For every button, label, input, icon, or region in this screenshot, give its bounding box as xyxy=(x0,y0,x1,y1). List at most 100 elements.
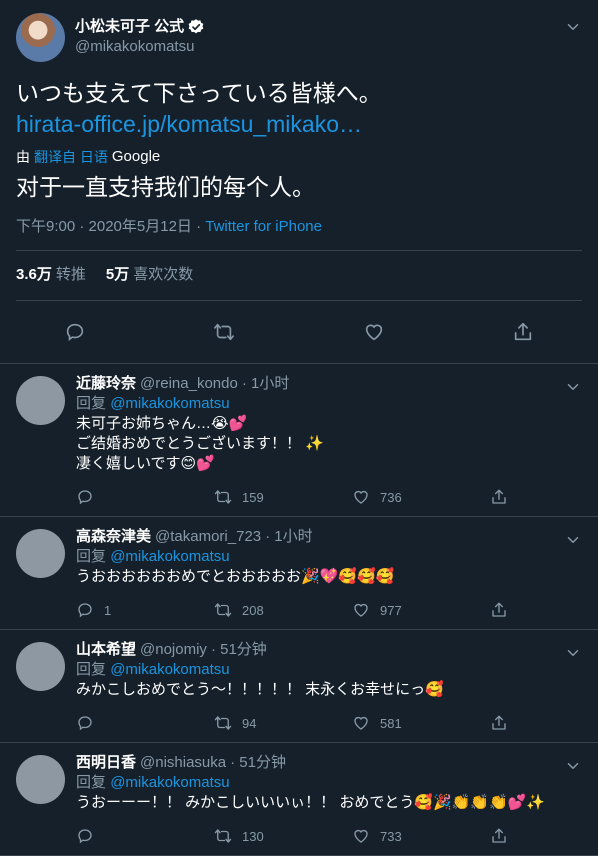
reply-actions: 94 581 xyxy=(76,704,582,742)
reply-button[interactable] xyxy=(76,827,214,845)
tweet-link[interactable]: hirata-office.jp/komatsu_mikako… xyxy=(16,109,582,140)
replying-to: 回复 @mikakokomatsu xyxy=(76,773,582,793)
reply-author-name[interactable]: 近藤玲奈 xyxy=(76,374,136,394)
retweet-button[interactable]: 94 xyxy=(214,714,352,732)
retweet-icon xyxy=(214,827,232,845)
like-count: 977 xyxy=(380,602,402,618)
reply-author-name[interactable]: 高森奈津美 xyxy=(76,527,151,547)
tweet-source-link[interactable]: Twitter for iPhone xyxy=(205,218,322,235)
retweet-button[interactable]: 130 xyxy=(214,827,352,845)
reply-count: 1 xyxy=(104,602,112,618)
author-avatar[interactable] xyxy=(16,12,65,62)
replying-to-link[interactable]: @mikakokomatsu xyxy=(110,395,229,412)
chevron-down-icon[interactable] xyxy=(564,531,582,549)
likes-stat[interactable]: 5万 喜欢次数 xyxy=(106,265,193,285)
tweet-text: いつも支えて下さっている皆様へ。 xyxy=(16,80,382,106)
share-icon[interactable] xyxy=(512,321,534,343)
retweet-count: 130 xyxy=(242,828,264,844)
retweet-count: 208 xyxy=(242,602,264,618)
reply-list: 近藤玲奈 @reina_kondo · 1小时 回复 @mikakokomats… xyxy=(0,364,598,856)
author-name[interactable]: 小松未可子 公式 xyxy=(75,17,184,37)
share-button[interactable] xyxy=(490,714,518,732)
share-button[interactable] xyxy=(490,827,518,845)
verified-badge-icon xyxy=(188,19,204,34)
reply-button[interactable]: 1 xyxy=(76,601,214,619)
replying-to-link[interactable]: @mikakokomatsu xyxy=(110,774,229,791)
main-tweet: 小松未可子 公式 @mikakokomatsu いつも支えて下さっている皆様へ。… xyxy=(0,0,598,250)
reply-time[interactable]: · 51分钟 xyxy=(230,753,286,773)
reply-button[interactable] xyxy=(76,714,214,732)
reply-item[interactable]: 高森奈津美 @takamori_723 · 1小时 回复 @mikakokoma… xyxy=(0,517,598,630)
reply-author-handle[interactable]: @nishiasuka xyxy=(140,753,226,773)
reply-avatar[interactable] xyxy=(16,529,65,578)
tweet-meta: 下午9:00 · 2020年5月12日 · Twitter for iPhone xyxy=(16,217,582,250)
heart-icon xyxy=(352,827,370,845)
reply-time[interactable]: · 1小时 xyxy=(242,374,290,394)
replying-to-link[interactable]: @mikakokomatsu xyxy=(110,661,229,678)
reply-actions: 1 208 977 xyxy=(76,591,582,629)
like-count: 581 xyxy=(380,715,402,731)
replying-prefix: 回复 xyxy=(76,661,107,678)
like-button[interactable]: 733 xyxy=(352,827,490,845)
reply-icon[interactable] xyxy=(64,321,86,343)
reply-avatar[interactable] xyxy=(16,642,65,691)
timestamp[interactable]: 下午9:00 · 2020年5月12日 · xyxy=(16,218,205,235)
author-row: 小松未可子 公式 @mikakokomatsu xyxy=(16,0,582,74)
reply-time[interactable]: · 1小时 xyxy=(265,527,313,547)
reply-author-handle[interactable]: @reina_kondo xyxy=(140,374,238,394)
retweet-count: 159 xyxy=(242,489,264,505)
replying-to: 回复 @mikakokomatsu xyxy=(76,547,582,567)
reply-author-name[interactable]: 山本希望 xyxy=(76,640,136,660)
like-button[interactable]: 581 xyxy=(352,714,490,732)
reply-author-name[interactable]: 西明日香 xyxy=(76,753,136,773)
translated-text: 对于一直支持我们的每个人。 xyxy=(16,174,315,200)
reply-item[interactable]: 山本希望 @nojomiy · 51分钟 回复 @mikakokomatsu み… xyxy=(0,630,598,743)
like-button[interactable]: 977 xyxy=(352,601,490,619)
share-button[interactable] xyxy=(490,601,518,619)
retweets-stat[interactable]: 3.6万 转推 xyxy=(16,265,86,285)
like-button[interactable]: 736 xyxy=(352,488,490,506)
reply-item[interactable]: 近藤玲奈 @reina_kondo · 1小时 回复 @mikakokomats… xyxy=(0,364,598,517)
retweet-icon[interactable] xyxy=(213,321,235,343)
translate-prefix: 由 xyxy=(16,149,30,165)
reply-button[interactable] xyxy=(76,488,214,506)
translate-source-link[interactable]: 翻译自 日语 xyxy=(34,148,108,166)
reply-text: うおおおおおおめでとおおおおお🎉💖🥰🥰🥰 xyxy=(76,568,395,585)
reply-author-handle[interactable]: @nojomiy xyxy=(140,640,207,660)
reply-icon xyxy=(76,601,94,619)
chevron-down-icon[interactable] xyxy=(564,757,582,775)
reply-avatar[interactable] xyxy=(16,376,65,425)
share-button[interactable] xyxy=(490,488,518,506)
retweet-icon xyxy=(214,488,232,506)
retweet-button[interactable]: 208 xyxy=(214,601,352,619)
reply-author-handle[interactable]: @takamori_723 xyxy=(155,527,261,547)
like-count: 733 xyxy=(380,828,402,844)
translate-attribution: 由 翻译自 日语 Google xyxy=(16,148,582,166)
reply-icon xyxy=(76,488,94,506)
heart-icon xyxy=(352,714,370,732)
chevron-down-icon[interactable] xyxy=(564,18,582,36)
tweet-actions xyxy=(0,301,598,363)
share-icon xyxy=(490,601,508,619)
reply-time[interactable]: · 51分钟 xyxy=(211,640,267,660)
replying-to-link[interactable]: @mikakokomatsu xyxy=(110,548,229,565)
google-logo-text: Google xyxy=(111,148,161,165)
retweet-icon xyxy=(214,714,232,732)
heart-icon[interactable] xyxy=(363,321,385,343)
chevron-down-icon[interactable] xyxy=(564,378,582,396)
replying-prefix: 回复 xyxy=(76,395,107,412)
reply-actions: 130 733 xyxy=(76,817,582,855)
retweet-icon xyxy=(214,601,232,619)
replying-to: 回复 @mikakokomatsu xyxy=(76,660,582,680)
author-handle[interactable]: @mikakokomatsu xyxy=(75,37,205,57)
share-icon xyxy=(490,488,508,506)
chevron-down-icon[interactable] xyxy=(564,644,582,662)
heart-icon xyxy=(352,488,370,506)
retweet-button[interactable]: 159 xyxy=(214,488,352,506)
reply-avatar[interactable] xyxy=(16,755,65,804)
like-count: 736 xyxy=(380,489,402,505)
replying-prefix: 回复 xyxy=(76,548,107,565)
replying-prefix: 回复 xyxy=(76,774,107,791)
heart-icon xyxy=(352,601,370,619)
reply-item[interactable]: 西明日香 @nishiasuka · 51分钟 回复 @mikakokomats… xyxy=(0,743,598,856)
